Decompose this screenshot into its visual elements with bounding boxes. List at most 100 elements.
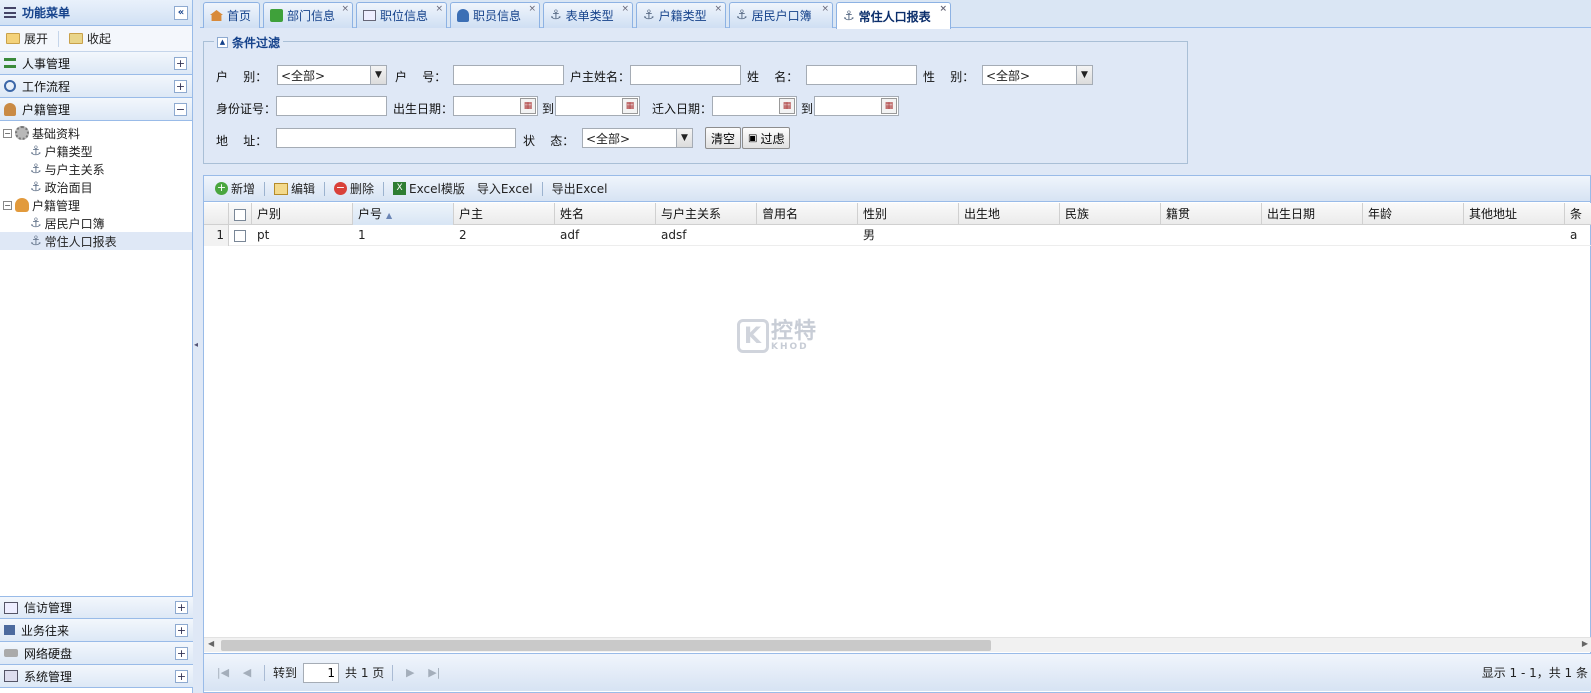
- expand-icon[interactable]: +: [175, 669, 188, 683]
- chevron-down-icon[interactable]: ▼: [1076, 66, 1092, 84]
- input-huzhu[interactable]: [630, 65, 741, 85]
- calendar-icon[interactable]: ▦: [622, 98, 638, 114]
- col-huzhu[interactable]: 户主: [454, 203, 555, 225]
- select-all-checkbox[interactable]: [229, 203, 252, 225]
- input-huhao[interactable]: [453, 65, 564, 85]
- expand-icon[interactable]: +: [174, 79, 187, 93]
- collapse-all-button[interactable]: 收起: [87, 30, 111, 47]
- col-xingming[interactable]: 姓名: [555, 203, 656, 225]
- tree-node-jumin[interactable]: ⚓ 居民户口簿: [0, 214, 192, 232]
- accordion-wangluo[interactable]: 网络硬盘 +: [0, 642, 193, 665]
- accordion-yewu[interactable]: 业务往来 +: [0, 619, 193, 642]
- date-birth-to[interactable]: ▦: [555, 96, 640, 116]
- accordion-renshi[interactable]: 人事管理 +: [0, 52, 192, 75]
- tab-jumin[interactable]: ⚓ 居民户口簿 ×: [729, 2, 833, 28]
- calendar-icon[interactable]: ▦: [779, 98, 795, 114]
- tab-hujileixing[interactable]: ⚓ 户籍类型 ×: [636, 2, 726, 28]
- sidebar-splitter[interactable]: ◂: [193, 0, 200, 693]
- scroll-left-icon[interactable]: ◀: [208, 639, 214, 648]
- tab-changzhu[interactable]: ⚓ 常住人口报表 ×: [836, 2, 951, 29]
- row-checkbox[interactable]: [229, 225, 252, 246]
- collapse-icon[interactable]: −: [174, 102, 187, 116]
- splitter-arrow-icon[interactable]: ◂: [194, 340, 198, 349]
- import-excel-button[interactable]: 导入Excel: [472, 178, 538, 200]
- select-xingbie[interactable]: <全部> ▼: [982, 65, 1093, 85]
- calendar-icon[interactable]: ▦: [881, 98, 897, 114]
- close-icon[interactable]: ×: [939, 4, 947, 14]
- close-icon[interactable]: ×: [341, 4, 349, 14]
- accordion-xitong[interactable]: 系统管理 +: [0, 665, 193, 688]
- tab-biaodan[interactable]: ⚓ 表单类型 ×: [543, 2, 633, 28]
- first-page-icon[interactable]: |◀: [214, 666, 232, 679]
- watermark-k: K: [737, 319, 769, 353]
- collapse-sidebar-button[interactable]: «: [174, 5, 188, 20]
- date-birth-from[interactable]: ▦: [453, 96, 538, 116]
- scrollbar-thumb[interactable]: [221, 640, 991, 651]
- expand-all-button[interactable]: 展开: [24, 30, 48, 47]
- close-icon[interactable]: ×: [528, 4, 536, 14]
- page-input[interactable]: [303, 662, 340, 683]
- last-page-icon[interactable]: ▶|: [425, 666, 443, 679]
- expand-icon[interactable]: +: [174, 56, 187, 70]
- accordion-xinfang[interactable]: 信访管理 +: [0, 596, 193, 619]
- col-address[interactable]: 其他地址: [1464, 203, 1565, 225]
- expand-icon[interactable]: +: [175, 646, 188, 660]
- tree-node-hujiguanli[interactable]: − 户籍管理: [0, 196, 192, 214]
- horizontal-scrollbar[interactable]: ◀ ▶: [204, 637, 1591, 652]
- export-excel-button[interactable]: 导出Excel: [547, 178, 613, 200]
- add-button[interactable]: + 新增: [210, 178, 260, 200]
- tab-bumen[interactable]: 部门信息 ×: [263, 2, 353, 28]
- input-xingming[interactable]: [806, 65, 917, 85]
- close-icon[interactable]: ×: [821, 4, 829, 14]
- collapse-filter-icon[interactable]: ▲: [217, 37, 228, 48]
- expand-icon[interactable]: +: [175, 623, 188, 637]
- close-icon[interactable]: ×: [621, 4, 629, 14]
- tab-zhiyuan[interactable]: 职员信息 ×: [450, 2, 540, 28]
- col-huhao[interactable]: 户号 ▲: [353, 203, 454, 225]
- clear-button[interactable]: 清空: [705, 127, 742, 149]
- col-hubie[interactable]: 户别: [252, 203, 353, 225]
- filter-button[interactable]: ▣ 过虑: [742, 127, 791, 149]
- col-chusheng[interactable]: 出生地: [959, 203, 1060, 225]
- select-status[interactable]: <全部> ▼: [582, 128, 693, 148]
- close-icon[interactable]: ×: [435, 4, 443, 14]
- tree-node-hujileixing[interactable]: ⚓ 户籍类型: [0, 142, 192, 160]
- tree-node-zhengzhi[interactable]: ⚓ 政治面目: [0, 178, 192, 196]
- date-movein-to[interactable]: ▦: [814, 96, 899, 116]
- calendar-icon[interactable]: ▦: [520, 98, 536, 114]
- date-movein-from[interactable]: ▦: [712, 96, 797, 116]
- next-page-icon[interactable]: ▶: [401, 666, 419, 679]
- accordion-huji[interactable]: 户籍管理 −: [0, 98, 192, 121]
- col-cengyong[interactable]: 曾用名: [757, 203, 858, 225]
- expand-icon[interactable]: +: [175, 601, 188, 614]
- prev-page-icon[interactable]: ◀: [238, 666, 256, 679]
- input-sfz[interactable]: [276, 96, 387, 116]
- chevron-down-icon[interactable]: ▼: [676, 129, 692, 147]
- accordion-gongzuo[interactable]: 工作流程 +: [0, 75, 192, 98]
- tree-toggle-icon[interactable]: −: [3, 128, 12, 138]
- excel-template-button[interactable]: X Excel模版: [388, 178, 470, 200]
- scroll-right-icon[interactable]: ▶: [1582, 639, 1588, 648]
- col-jiguan[interactable]: 籍贯: [1161, 203, 1262, 225]
- input-addr[interactable]: [276, 128, 516, 148]
- col-minzu[interactable]: 民族: [1060, 203, 1161, 225]
- tab-home[interactable]: 首页: [203, 2, 260, 28]
- chevron-down-icon[interactable]: ▼: [370, 66, 386, 84]
- col-more[interactable]: 条: [1565, 203, 1591, 225]
- tab-zhiwei[interactable]: 职位信息 ×: [356, 2, 447, 28]
- col-birthdate[interactable]: 出生日期: [1262, 203, 1363, 225]
- select-hubie[interactable]: <全部> ▼: [277, 65, 387, 85]
- col-guanxi[interactable]: 与户主关系: [656, 203, 757, 225]
- table-row[interactable]: 1 pt 1 2 adf adsf 男 a: [204, 225, 1591, 246]
- tree-node-changzhu[interactable]: ⚓ 常住人口报表: [0, 232, 192, 250]
- filter-legend[interactable]: ▲ 条件过滤: [214, 34, 284, 51]
- edit-button[interactable]: 编辑: [269, 178, 320, 200]
- delete-button[interactable]: − 删除: [329, 178, 379, 200]
- col-xingbie[interactable]: 性别: [858, 203, 959, 225]
- label-addr: 地 址：: [216, 134, 268, 148]
- tree-node-jichu[interactable]: − 基础资料: [0, 124, 192, 142]
- tree-node-yuhuzhu[interactable]: ⚓ 与户主关系: [0, 160, 192, 178]
- col-age[interactable]: 年龄: [1363, 203, 1464, 225]
- close-icon[interactable]: ×: [714, 4, 722, 14]
- tree-toggle-icon[interactable]: −: [3, 200, 12, 210]
